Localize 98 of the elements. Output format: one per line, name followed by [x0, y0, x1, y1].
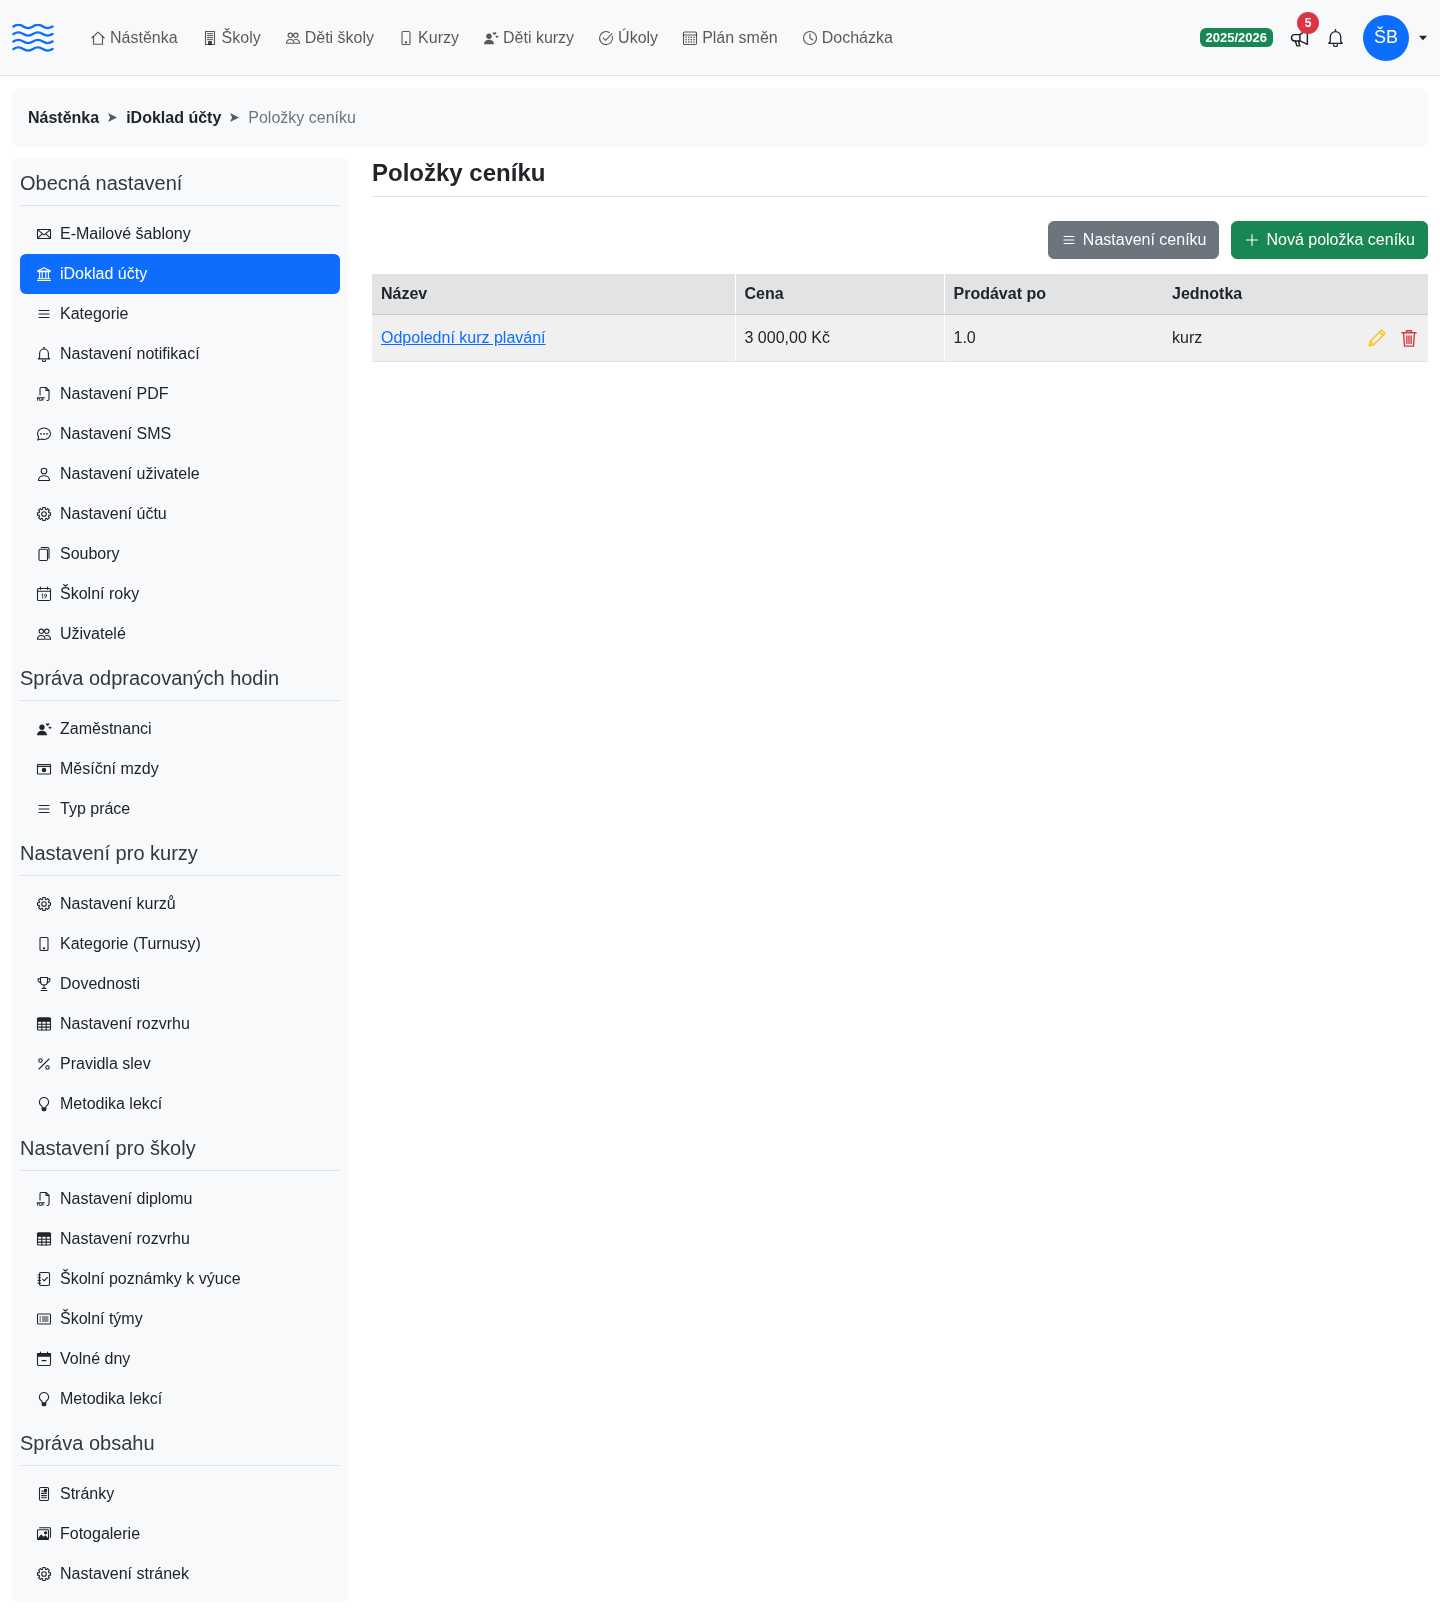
bell-icon — [36, 346, 52, 362]
season-badge: 2025/2026 — [1199, 28, 1273, 47]
cash-icon — [36, 761, 52, 777]
sidebar-item[interactable]: E-Mailové šablony — [20, 214, 340, 254]
sidebar-item[interactable]: Volné dny — [20, 1339, 340, 1379]
sidebar-item[interactable]: Nastavení kurzů — [20, 884, 340, 924]
nav-link[interactable]: Plán směn — [670, 25, 790, 50]
house-icon — [90, 29, 106, 46]
item-name-link[interactable]: Odpolední kurz plavání — [381, 329, 546, 346]
phone-icon — [36, 936, 52, 952]
table-icon — [36, 1016, 52, 1032]
table-icon — [36, 1231, 52, 1247]
sidebar-item[interactable]: Metodika lekcí — [20, 1379, 340, 1419]
calendar-minus-icon — [36, 1351, 52, 1367]
gear-icon — [36, 896, 52, 912]
nav-link[interactable]: Děti kurzy — [471, 25, 587, 50]
sidebar-item[interactable]: Metodika lekcí — [20, 1084, 340, 1124]
sidebar-item[interactable]: Soubory — [20, 534, 340, 574]
trash-icon[interactable] — [1399, 328, 1419, 348]
sidebar-item[interactable]: Nastavení rozvrhu — [20, 1219, 340, 1259]
sidebar-item[interactable]: Školní týmy — [20, 1299, 340, 1339]
person-hearts-icon — [483, 29, 499, 46]
pdf-file-icon — [36, 1191, 52, 1207]
bank-icon — [36, 266, 52, 282]
envelope-icon — [36, 226, 52, 242]
notebook-check-icon — [36, 1271, 52, 1287]
table-cell: kurz — [1163, 314, 1328, 362]
breadcrumb-link[interactable]: iDoklad účty — [126, 105, 222, 130]
breadcrumb-current: Položky ceníku — [248, 107, 356, 128]
nav-link[interactable]: Kurzy — [386, 25, 471, 50]
settings-button[interactable]: Nastavení ceníku — [1047, 221, 1220, 259]
sidebar-item[interactable]: Zaměstnanci — [20, 709, 340, 749]
section-heading: Nastavení pro školy — [20, 1124, 340, 1171]
section-heading: Obecná nastavení — [20, 159, 340, 206]
sidebar-item[interactable]: Nastavení uživatele — [20, 454, 340, 494]
person-icon — [36, 466, 52, 482]
people-icon — [284, 29, 301, 46]
gear-icon — [36, 506, 52, 522]
person-hearts-icon — [36, 721, 52, 737]
section-heading: Nastavení pro kurzy — [20, 829, 340, 876]
lightbulb-icon — [36, 1096, 52, 1112]
column-header: Jednotka — [1163, 274, 1428, 315]
people-icon — [36, 626, 52, 642]
lightbulb-icon — [36, 1391, 52, 1407]
nav-link[interactable]: Úkoly — [586, 25, 671, 50]
column-header: Prodávat po — [944, 274, 1163, 315]
calendar-grid-icon — [682, 29, 699, 46]
sidebar-item[interactable]: Školní poznámky k výuce — [20, 1259, 340, 1299]
sidebar-item[interactable]: Uživatelé — [20, 614, 340, 654]
user-avatar[interactable]: ŠB — [1363, 14, 1409, 61]
files-icon — [36, 546, 52, 562]
sidebar-item[interactable]: Typ práce — [20, 789, 340, 829]
plus-icon — [1244, 232, 1261, 248]
sidebar-item[interactable]: Kategorie (Turnusy) — [20, 924, 340, 964]
bell-icon[interactable] — [1326, 28, 1345, 47]
chat-icon — [36, 426, 52, 442]
sidebar-item[interactable]: Nastavení PDF — [20, 374, 340, 414]
table-cell: 3 000,00 Kč — [735, 314, 944, 362]
sidebar-item[interactable]: Školní roky — [20, 574, 340, 614]
calendar-icon — [36, 586, 52, 602]
check-circle-icon — [598, 29, 615, 46]
breadcrumb-link[interactable]: Nástěnka — [28, 105, 100, 130]
add-item-button[interactable]: Nová položka ceníku — [1231, 221, 1428, 259]
sidebar-item[interactable]: Dovednosti — [20, 964, 340, 1004]
sidebar-item[interactable]: Nastavení notifikací — [20, 334, 340, 374]
sidebar-item[interactable]: Nastavení diplomu — [20, 1179, 340, 1219]
column-header: Název — [372, 274, 735, 315]
page-title: Položky ceníku — [372, 158, 1428, 197]
table-cell: 1.0 — [944, 314, 1163, 362]
arrowhead-icon — [107, 112, 119, 123]
percent-icon — [36, 1056, 52, 1072]
arrowhead-icon — [229, 112, 241, 123]
nav-link[interactable]: Děti školy — [272, 25, 387, 50]
sidebar-item[interactable]: Kategorie — [20, 294, 340, 334]
nav-link[interactable]: Docházka — [789, 25, 905, 50]
gear-icon — [36, 1566, 52, 1582]
sidebar-item[interactable]: Nastavení SMS — [20, 414, 340, 454]
sidebar-item[interactable]: Nastavení účtu — [20, 494, 340, 534]
images-icon — [36, 1526, 52, 1542]
section-heading: Správa odpracovaných hodin — [20, 654, 340, 701]
sidebar-item[interactable]: Nastavení stránek — [20, 1554, 340, 1594]
logo-icon[interactable] — [12, 23, 54, 52]
card-list-icon — [36, 1311, 52, 1327]
trophy-icon — [36, 976, 52, 992]
column-header: Cena — [735, 274, 944, 315]
pdf-file-icon — [36, 386, 52, 402]
sidebar-item[interactable]: iDoklad účty — [20, 254, 340, 294]
document-icon — [36, 1486, 52, 1502]
sidebar-item[interactable]: Pravidla slev — [20, 1044, 340, 1084]
nav-link[interactable]: Školy — [189, 25, 273, 50]
sidebar-item[interactable]: Fotogalerie — [20, 1514, 340, 1554]
sidebar-item[interactable]: Nastavení rozvrhu — [20, 1004, 340, 1044]
nav-link[interactable]: Nástěnka — [78, 25, 190, 50]
clock-icon — [801, 29, 818, 46]
sidebar-item[interactable]: Měsíční mzdy — [20, 749, 340, 789]
notification-count-badge: 5 — [1297, 12, 1319, 34]
sidebar-item[interactable]: Stránky — [20, 1474, 340, 1514]
section-heading: Správa obsahu — [20, 1419, 340, 1466]
